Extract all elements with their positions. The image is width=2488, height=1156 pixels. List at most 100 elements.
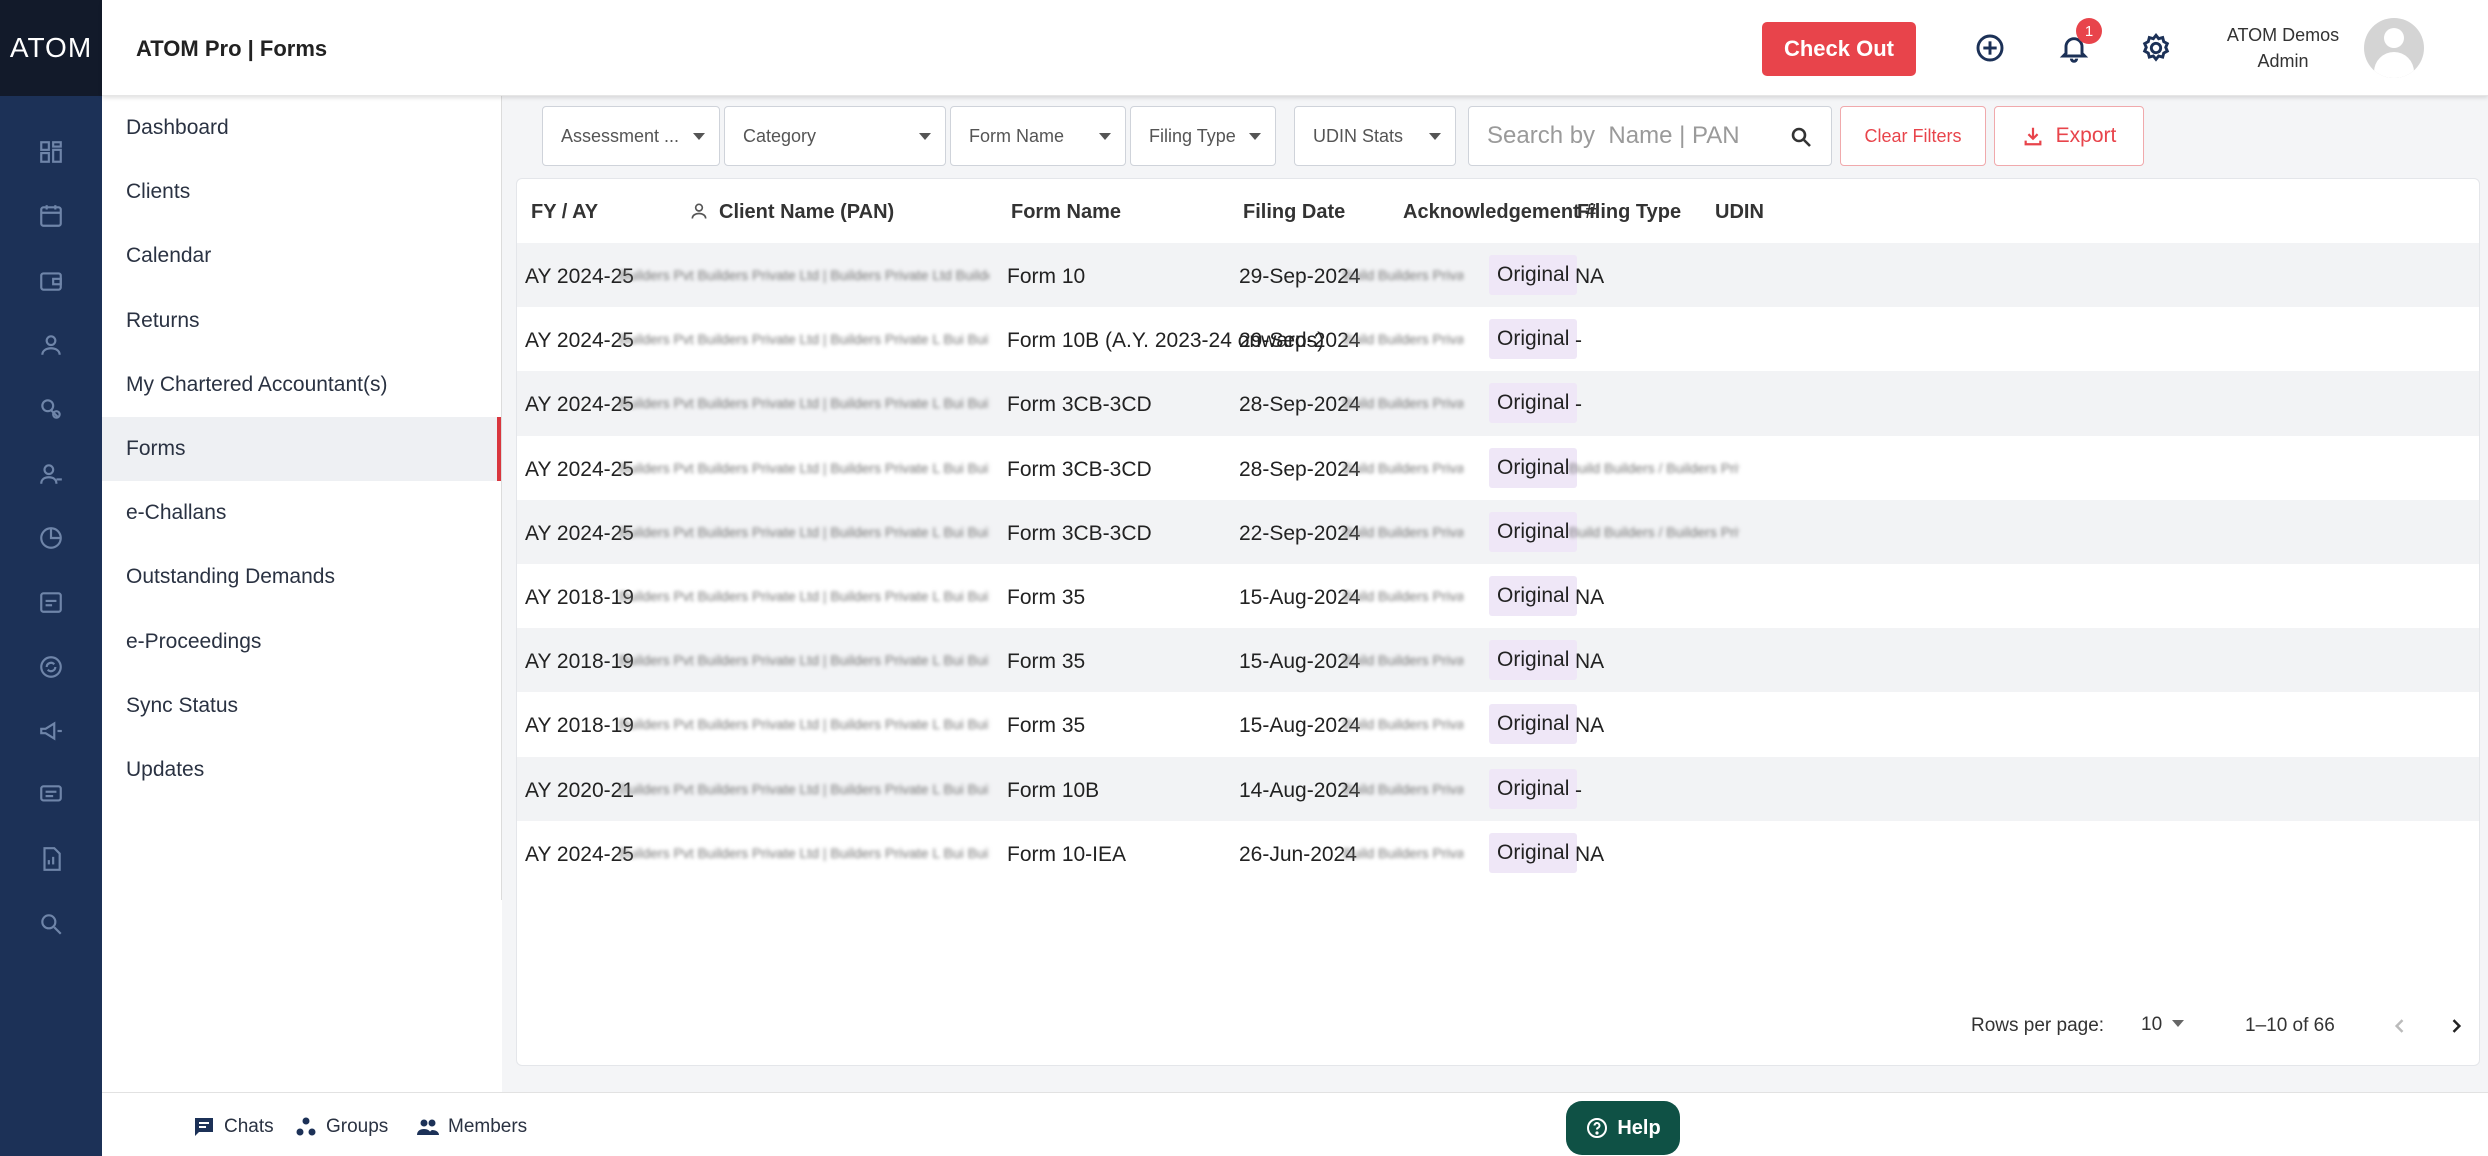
- report-icon[interactable]: [0, 827, 102, 891]
- cell-client-name: Builders Pvt Builders Private Ltd | Buil…: [619, 716, 989, 733]
- users-icon[interactable]: [0, 441, 102, 505]
- chevron-down-icon: [1429, 133, 1441, 140]
- rows-per-page-value: 10: [2141, 1014, 2163, 1035]
- sidebar-item-calendar[interactable]: Calendar: [102, 224, 501, 288]
- col-type[interactable]: Filing Type: [1577, 201, 1681, 224]
- table-row[interactable]: AY 2024-25 Builders Pvt Builders Private …: [517, 307, 2479, 371]
- col-client[interactable]: Client Name (PAN): [689, 201, 894, 224]
- table-row[interactable]: AY 2018-19 Builders Pvt Builders Private …: [517, 564, 2479, 628]
- cell-acknowledgement: Build Builders Private Ltd: [1343, 331, 1463, 348]
- user-icon[interactable]: [0, 313, 102, 377]
- pie-chart-icon[interactable]: [0, 506, 102, 570]
- cell-client-name: Builders Pvt Builders Private Ltd | Buil…: [619, 459, 989, 476]
- chats-label: Chats: [224, 1116, 274, 1137]
- help-button[interactable]: Help: [1566, 1101, 1680, 1155]
- category-filter[interactable]: Category: [724, 106, 946, 166]
- sidebar-item-returns[interactable]: Returns: [102, 289, 501, 353]
- cell-form-name: Form 10B: [1007, 778, 1100, 802]
- atom-logo[interactable]: ATOM: [0, 0, 102, 96]
- check-out-button[interactable]: Check Out: [1762, 22, 1916, 76]
- cell-acknowledgement: Build Builders Private Ltd: [1343, 716, 1463, 733]
- sidebar-item-e-challans[interactable]: e-Challans: [102, 481, 501, 545]
- col-form[interactable]: Form Name: [1011, 201, 1121, 224]
- cell-udin: NA: [1575, 650, 1605, 674]
- col-fy[interactable]: FY / AY: [531, 201, 598, 224]
- search-box: [1468, 106, 1832, 166]
- form-name-filter[interactable]: Form Name: [950, 106, 1126, 166]
- clear-filters-button[interactable]: Clear Filters: [1840, 106, 1986, 166]
- table-row[interactable]: AY 2024-25 Builders Pvt Builders Private …: [517, 243, 2479, 308]
- cell-acknowledgement: Build Builders Private Ltd: [1343, 267, 1463, 283]
- bell-icon[interactable]: 1: [2054, 18, 2102, 68]
- col-udin[interactable]: UDIN: [1715, 201, 1764, 224]
- schedule-icon[interactable]: [0, 570, 102, 634]
- cell-fy: AY 2018-19: [525, 714, 634, 738]
- groups-icon: [296, 1117, 316, 1136]
- calendar-icon[interactable]: [0, 184, 102, 248]
- cell-udin: -: [1575, 393, 1582, 417]
- chevron-right-icon: [2452, 1019, 2462, 1033]
- members-link[interactable]: Members: [416, 1115, 527, 1139]
- chevron-down-icon: [1249, 133, 1261, 140]
- cell-udin: NA: [1575, 265, 1605, 288]
- col-date[interactable]: Filing Date: [1243, 201, 1345, 224]
- chats-link[interactable]: Chats: [192, 1115, 274, 1139]
- cell-form-name: Form 10: [1007, 265, 1086, 288]
- table-row[interactable]: AY 2020-21 Builders Pvt Builders Private …: [517, 756, 2479, 821]
- cell-filing-type: Original: [1489, 768, 1578, 809]
- chevron-down-icon: [2172, 1020, 2185, 1027]
- wallet-icon[interactable]: [0, 249, 102, 313]
- avatar[interactable]: [2364, 18, 2424, 78]
- cell-client-name: Builders Pvt Builders Private Ltd | Buil…: [619, 588, 989, 604]
- table-row[interactable]: AY 2024-25 Builders Pvt Builders Private …: [517, 371, 2479, 436]
- search-input[interactable]: [1487, 121, 1777, 151]
- gear-icon[interactable]: [2136, 28, 2176, 68]
- prev-page-button[interactable]: [2385, 1011, 2415, 1041]
- table-row[interactable]: AY 2024-25 Builders Pvt Builders Private …: [517, 499, 2479, 564]
- dashboard-icon[interactable]: [0, 120, 102, 184]
- notification-badge: 1: [2076, 18, 2102, 44]
- sidebar-item-updates[interactable]: Updates: [102, 738, 501, 802]
- next-page-button[interactable]: [2441, 1011, 2471, 1041]
- cell-filing-type: Original: [1489, 640, 1578, 681]
- cell-fy: AY 2024-25: [525, 521, 634, 545]
- cell-fy: AY 2024-25: [525, 393, 634, 417]
- cell-fy: AY 2024-25: [525, 457, 634, 481]
- sidebar-item-e-proceedings[interactable]: e-Proceedings: [102, 610, 501, 674]
- groups-link[interactable]: Groups: [294, 1115, 388, 1139]
- cell-client-name: Builders Pvt Builders Private Ltd | Buil…: [619, 652, 989, 669]
- filing-type-filter-label: Filing Type: [1149, 125, 1236, 146]
- page-title: ATOM Pro | Forms: [136, 36, 328, 61]
- help-label: Help: [1617, 1116, 1661, 1139]
- tags-icon[interactable]: [0, 377, 102, 441]
- user-info[interactable]: ATOM Demos Admin: [2208, 22, 2358, 74]
- megaphone-icon[interactable]: [0, 699, 102, 763]
- sidebar: Dashboard Clients Calendar Returns My Ch…: [102, 96, 502, 900]
- chevron-down-icon: [693, 133, 705, 140]
- top-header: ATOM Pro | Forms Check Out 1 ATOM Demos …: [102, 0, 2488, 96]
- table-row[interactable]: AY 2024-25 Builders Pvt Builders Private …: [517, 436, 2479, 500]
- search-icon[interactable]: [0, 892, 102, 956]
- page-range: 1–10 of 66: [2245, 1015, 2335, 1036]
- assessment-filter[interactable]: Assessment ...: [542, 106, 720, 166]
- table-row[interactable]: AY 2024-25 Builders Pvt Builders Private …: [517, 821, 2479, 885]
- sidebar-item-clients[interactable]: Clients: [102, 160, 501, 224]
- add-circle-icon[interactable]: [1970, 28, 2010, 68]
- sidebar-item-forms[interactable]: Forms: [102, 416, 501, 482]
- rows-per-page-select[interactable]: 10: [2141, 1014, 2185, 1036]
- col-ack[interactable]: Acknowledgement #: [1403, 201, 1596, 224]
- sidebar-item-dashboard[interactable]: Dashboard: [102, 96, 501, 160]
- search-icon[interactable]: [1789, 125, 1813, 149]
- chat-icon[interactable]: [0, 763, 102, 827]
- udin-stats-filter[interactable]: UDIN Stats: [1294, 106, 1456, 166]
- filing-type-filter[interactable]: Filing Type: [1130, 106, 1276, 166]
- table-row[interactable]: AY 2018-19 Builders Pvt Builders Private …: [517, 628, 2479, 693]
- members-label: Members: [448, 1116, 528, 1137]
- sync-icon[interactable]: [0, 634, 102, 698]
- export-button[interactable]: Export: [1994, 106, 2144, 166]
- cell-acknowledgement: Build Builders Private Ltd: [1343, 780, 1463, 797]
- table-row[interactable]: AY 2018-19 Builders Pvt Builders Private …: [517, 692, 2479, 756]
- sidebar-item-sync-status[interactable]: Sync Status: [102, 674, 501, 738]
- sidebar-item-chartered-accountants[interactable]: My Chartered Accountant(s): [102, 353, 501, 417]
- sidebar-item-outstanding-demands[interactable]: Outstanding Demands: [102, 545, 501, 609]
